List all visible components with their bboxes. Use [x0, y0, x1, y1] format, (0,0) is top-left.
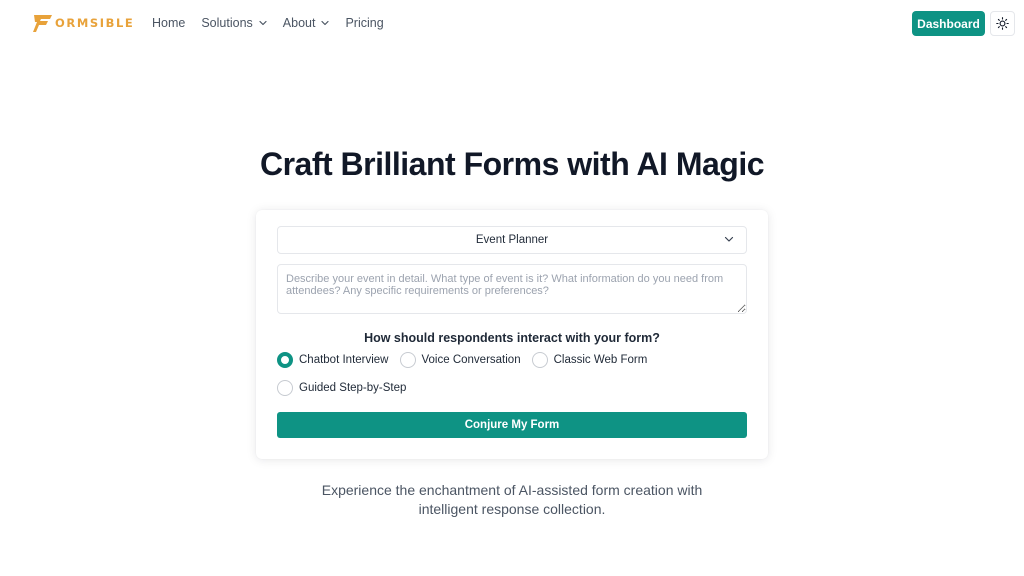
radio-label: Guided Step-by-Step [299, 382, 407, 394]
brand-name: ORMSIBLE [55, 16, 135, 30]
radio-guided-step-by-step[interactable]: Guided Step-by-Step [277, 380, 406, 396]
radio-chatbot-interview[interactable]: Chatbot Interview [277, 352, 389, 368]
nav-item-about[interactable]: About [283, 16, 330, 30]
main-nav: Home Solutions About Pricing [152, 14, 400, 32]
nav-item-label: Solutions [201, 16, 253, 30]
interaction-options-row: Guided Step-by-Step [277, 379, 417, 397]
radio-button[interactable] [531, 352, 548, 368]
radio-label: Chatbot Interview [299, 354, 389, 366]
nav-item-label: About [282, 16, 316, 30]
interaction-options-row: Chatbot Interview Voice Conversation Cla… [277, 351, 658, 369]
page-title: Craft Brilliant Forms with AI Magic [259, 146, 765, 182]
radio-label: Classic Web Form [553, 354, 648, 366]
radio-button[interactable] [399, 352, 416, 368]
event-description-input[interactable] [277, 264, 747, 314]
radio-voice-conversation[interactable]: Voice Conversation [399, 352, 521, 368]
conjure-form-button[interactable]: Conjure My Form [277, 412, 747, 438]
nav-item-label: Pricing [345, 16, 384, 30]
chevron-down-icon [321, 20, 330, 26]
nav-item-label: Home [152, 16, 186, 30]
chevron-down-icon [259, 20, 267, 26]
theme-toggle-button[interactable] [990, 11, 1015, 36]
radio-button[interactable] [277, 380, 293, 396]
radio-label: Voice Conversation [421, 354, 521, 366]
f-logo-icon [33, 15, 52, 32]
chevron-down-icon [724, 236, 734, 243]
form-builder-card: Event Planner How should respondents int… [256, 210, 768, 459]
hero-tagline: Experience the enchantment of AI-assiste… [321, 482, 703, 517]
brand-logo[interactable]: ORMSIBLE [32, 12, 134, 34]
template-select[interactable]: Event Planner [277, 226, 747, 254]
dashboard-button[interactable]: Dashboard [912, 11, 985, 36]
template-select-value: Event Planner [475, 234, 549, 246]
nav-item-solutions[interactable]: Solutions [201, 16, 267, 30]
sun-icon [996, 17, 1009, 30]
nav-item-home[interactable]: Home [152, 16, 185, 30]
radio-classic-web-form[interactable]: Classic Web Form [531, 352, 648, 368]
interaction-question: How should respondents interact with you… [364, 331, 660, 345]
radio-button-selected[interactable] [277, 352, 293, 368]
nav-item-pricing[interactable]: Pricing [345, 16, 383, 30]
site-header: ORMSIBLE Home Solutions About Pricing Da… [0, 0, 1024, 46]
